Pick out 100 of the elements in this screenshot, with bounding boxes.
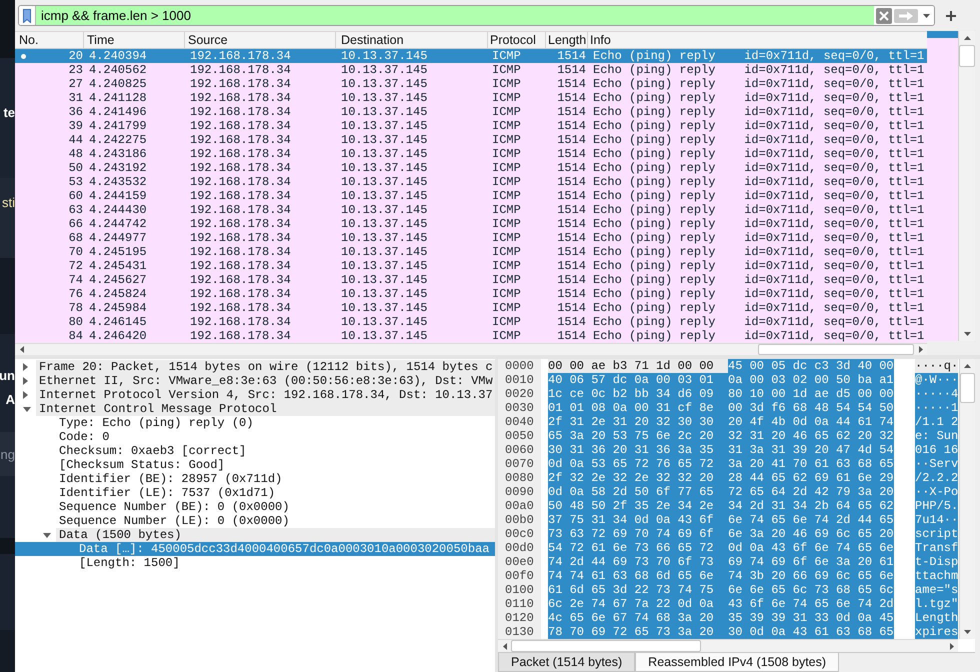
column-header[interactable]: No. (15, 32, 84, 48)
packet-row[interactable]: 80 4.246145 192.168.178.34 10.13.37.145 ICMP 1514 Echo (ping) reply id=0x711d, seq=0/0, ttl=1 (15, 315, 927, 329)
vertical-scrollbar[interactable] (959, 359, 975, 639)
packet-row[interactable]: 72 4.245431 192.168.178.34 10.13.37.145 ICMP 1514 Echo (ping) reply id=0x711d, seq=0/0, ttl=1 (15, 259, 927, 273)
packet-row[interactable]: 39 4.241799 192.168.178.34 10.13.37.145 ICMP 1514 Echo (ping) reply id=0x711d, seq=0/0, ttl=1 (15, 119, 927, 133)
caret-right-icon[interactable] (23, 377, 28, 385)
packet-row[interactable]: 63 4.244430 192.168.178.34 10.13.37.145 ICMP 1514 Echo (ping) reply id=0x711d, seq=0/0, ttl=1 (15, 203, 927, 217)
packet-row[interactable]: 44 4.242275 192.168.178.34 10.13.37.145 ICMP 1514 Echo (ping) reply id=0x711d, seq=0/0, ttl=1 (15, 133, 927, 147)
scrollbar-thumb[interactable] (959, 45, 975, 67)
tree-item[interactable]: Identifier (BE): 28957 (0x711d) (15, 472, 495, 486)
table-cell-text: 192.168.178.34 (189, 189, 292, 203)
hex-bytes: 1c ce 0c b2 bb 34 d6 09 (548, 387, 728, 401)
hex-bytes: 78 70 69 72 65 73 3a 20 (548, 625, 728, 639)
tab[interactable]: Reassembled IPv4 (1508 bytes) (635, 653, 840, 672)
table-cell-text: ICMP (491, 119, 522, 133)
packet-row[interactable]: 48 4.243186 192.168.178.34 10.13.37.145 ICMP 1514 Echo (ping) reply id=0x711d, seq=0/0, ttl=1 (15, 147, 927, 161)
table-cell-text: 60 (68, 189, 84, 203)
packet-row[interactable]: 70 4.245195 192.168.178.34 10.13.37.145 ICMP 1514 Echo (ping) reply id=0x711d, seq=0/0, ttl=1 (15, 245, 927, 259)
packet-row[interactable]: 23 4.240562 192.168.178.34 10.13.37.145 ICMP 1514 Echo (ping) reply id=0x711d, seq=0/0, ttl=1 (15, 63, 927, 77)
tab[interactable]: Packet (1514 bytes) (498, 653, 636, 672)
hex-bytes: 65 3a 20 53 75 6e 2c 20 (548, 429, 728, 443)
plus-icon (946, 10, 956, 20)
ascii-text: Transf (915, 541, 958, 555)
table-cell-text: 1514 (556, 189, 587, 203)
ascii-text: ·····1 (915, 401, 958, 415)
table-cell-text: Echo (ping) reply id=0x711d, seq=0/0, ttl=1 (592, 287, 926, 301)
table-cell-text: 192.168.178.34 (189, 273, 292, 287)
ascii-text: 016 16 (915, 443, 958, 457)
hex-bytes: 80 10 00 1d ae d5 00 00 (728, 387, 894, 401)
tree-item[interactable]: Data […]: 450005dcc33d4000400657dc0a0003010a0003020050baa (15, 542, 495, 556)
packet-map-drawing[interactable] (927, 31, 958, 341)
table-cell-text: 1514 (556, 175, 587, 189)
display-filter-field[interactable]: icmp && frame.len > 1000 (18, 5, 935, 26)
horizontal-scrollbar[interactable] (15, 343, 927, 355)
table-cell-text: 1514 (556, 49, 587, 63)
packet-row[interactable]: 20 4.240394 192.168.178.34 10.13.37.145 ICMP 1514 Echo (ping) reply id=0x711d, seq=0/0, ttl=1 (15, 49, 927, 63)
table-cell-text: 1514 (556, 161, 587, 175)
packet-row[interactable]: 74 4.245627 192.168.178.34 10.13.37.145 ICMP 1514 Echo (ping) reply id=0x711d, seq=0/0, ttl=1 (15, 273, 927, 287)
caret-down-icon[interactable] (23, 406, 31, 412)
packet-row[interactable]: 76 4.245824 192.168.178.34 10.13.37.145 ICMP 1514 Echo (ping) reply id=0x711d, seq=0/0, ttl=1 (15, 287, 927, 301)
table-cell-text: 10.13.37.145 (340, 329, 428, 343)
tree-item[interactable]: Sequence Number (LE): 0 (0x0000) (15, 514, 495, 528)
table-cell-text: 10.13.37.145 (340, 245, 428, 259)
hex-bytes: 6e 74 65 6e 74 2d 44 65 (728, 513, 894, 527)
packet-row[interactable]: 50 4.243192 192.168.178.34 10.13.37.145 ICMP 1514 Echo (ping) reply id=0x711d, seq=0/0, ttl=1 (15, 161, 927, 175)
column-header[interactable]: Time (84, 32, 185, 48)
caret-right-icon[interactable] (23, 363, 28, 371)
clear-button[interactable] (874, 6, 893, 25)
tree-item[interactable]: [Checksum Status: Good] (15, 458, 495, 472)
hex-bytes: 40 06 57 dc 0a 00 03 01 (548, 373, 728, 387)
packet-row[interactable]: 53 4.243532 192.168.178.34 10.13.37.145 ICMP 1514 Echo (ping) reply id=0x711d, seq=0/0, ttl=1 (15, 175, 927, 189)
table-cell-text: ICMP (491, 147, 522, 161)
table-cell-text: 1514 (556, 77, 587, 91)
tree-item[interactable]: Sequence Number (BE): 0 (0x0000) (15, 500, 495, 514)
packet-row[interactable]: 78 4.245984 192.168.178.34 10.13.37.145 ICMP 1514 Echo (ping) reply id=0x711d, seq=0/0, ttl=1 (15, 301, 927, 315)
caret-right-icon[interactable] (23, 391, 28, 399)
tree-item[interactable]: Identifier (LE): 7537 (0x1d71) (15, 486, 495, 500)
tree-item[interactable]: Checksum: 0xaeb3 [correct] (15, 444, 495, 458)
hex-bytes: 0d 0a 58 2d 50 6f 77 65 (548, 485, 728, 499)
column-header[interactable]: Protocol (488, 32, 546, 48)
tree-item[interactable]: Code: 0 (15, 430, 495, 444)
column-header[interactable]: Info (588, 32, 927, 48)
column-header[interactable]: Source (185, 32, 336, 48)
hex-bytes: 6e 3a 20 46 69 6c 65 20 (728, 527, 894, 541)
tree-item[interactable]: [Length: 1500] (15, 556, 495, 570)
scrollbar-thumb[interactable] (758, 344, 914, 355)
hex-bytes: 74 3b 20 66 69 6c 65 6e (728, 569, 894, 583)
packet-row[interactable]: 66 4.244742 192.168.178.34 10.13.37.145 ICMP 1514 Echo (ping) reply id=0x711d, seq=0/0, ttl=1 (15, 217, 927, 231)
scrollbar-thumb[interactable] (511, 640, 701, 652)
table-cell-text: ICMP (491, 49, 522, 63)
ascii-text: /2.2.2 (915, 471, 958, 485)
add-button[interactable] (944, 8, 958, 22)
horizontal-scrollbar[interactable] (498, 639, 958, 652)
byte-offset: 0020 (498, 387, 541, 401)
column-header[interactable]: Length (546, 32, 588, 48)
ascii-text: ·····4 (915, 387, 958, 401)
byte-offset: 0120 (498, 611, 541, 625)
table-cell-text: 1514 (556, 273, 587, 287)
tree-item[interactable]: Type: Echo (ping) reply (0) (15, 416, 495, 430)
scrollbar-thumb[interactable] (960, 373, 975, 403)
column-header[interactable]: Destination (336, 32, 488, 48)
table-cell-text: 10.13.37.145 (340, 231, 428, 245)
packet-row[interactable]: 31 4.241128 192.168.178.34 10.13.37.145 ICMP 1514 Echo (ping) reply id=0x711d, seq=0/0, ttl=1 (15, 91, 927, 105)
table-cell-text: 84 (68, 329, 84, 343)
packet-row[interactable]: 36 4.241496 192.168.178.34 10.13.37.145 ICMP 1514 Echo (ping) reply id=0x711d, seq=0/0, ttl=1 (15, 105, 927, 119)
table-cell-text: 192.168.178.34 (189, 315, 292, 329)
packet-row[interactable]: 27 4.240825 192.168.178.34 10.13.37.145 ICMP 1514 Echo (ping) reply id=0x711d, seq=0/0, ttl=1 (15, 77, 927, 91)
filter-input[interactable]: icmp && frame.len > 1000 (36, 6, 874, 25)
packet-row[interactable]: 68 4.244977 192.168.178.34 10.13.37.145 ICMP 1514 Echo (ping) reply id=0x711d, seq=0/0, ttl=1 (15, 231, 927, 245)
packet-row[interactable]: 84 4.246420 192.168.178.34 10.13.37.145 ICMP 1514 Echo (ping) reply id=0x711d, seq=0/0, ttl=1 (15, 329, 927, 343)
hex-bytes: 35 39 39 31 33 0d 0a 45 (728, 611, 894, 625)
table-cell-text: 76 (68, 287, 84, 301)
caret-down-icon[interactable] (43, 532, 51, 538)
ascii-text: l.tgz" (915, 597, 958, 611)
packet-row[interactable]: 60 4.244159 192.168.178.34 10.13.37.145 ICMP 1514 Echo (ping) reply id=0x711d, seq=0/0, ttl=1 (15, 189, 927, 203)
hex-bytes: 28 44 65 62 69 61 6e 29 (728, 471, 894, 485)
table-cell-text: 192.168.178.34 (189, 301, 292, 315)
table-cell-text: Echo (ping) reply id=0x711d, seq=0/0, ttl=1 (592, 315, 926, 329)
table-cell-text: 4.246145 (88, 315, 148, 329)
bookmark-button[interactable] (19, 6, 36, 25)
